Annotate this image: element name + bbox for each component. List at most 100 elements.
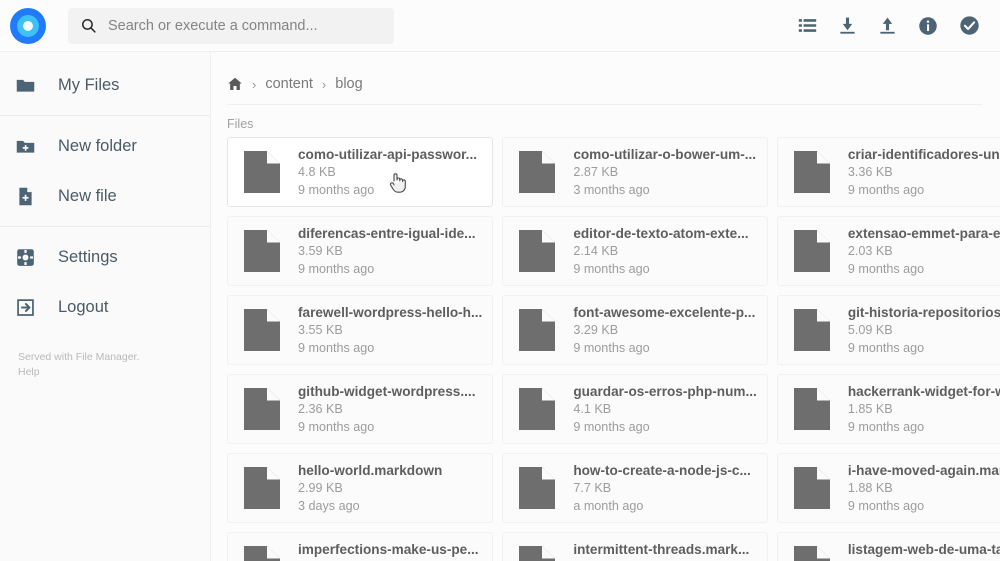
list-view-icon[interactable] <box>798 16 817 35</box>
files-section-label: Files <box>227 117 254 131</box>
file-icon <box>242 308 282 352</box>
sidebar-item-logout[interactable]: Logout <box>0 282 210 332</box>
file-card[interactable]: editor-de-texto-atom-exte... 2.14 KB 9 mon… <box>502 216 768 286</box>
file-card[interactable]: listagem-web-de-uma-tab...10.06 KB9 mont… <box>776 532 1000 561</box>
info-icon[interactable] <box>918 16 938 36</box>
file-meta: hello-world.markdown 2.99 KB 3 days ago <box>298 461 442 515</box>
sidebar-divider <box>0 226 210 227</box>
sidebar-item-label: Settings <box>58 247 118 266</box>
breadcrumb-divider <box>227 104 982 105</box>
file-name: criar-identificadores-unico... <box>847 146 1000 162</box>
file-card[interactable]: i-have-moved-again.markd... 1.88 KB 9 mont… <box>776 453 1000 523</box>
file-icon <box>792 466 832 510</box>
file-size: 1.85 KB <box>847 402 893 417</box>
sidebar-item-settings[interactable]: Settings <box>0 232 210 282</box>
file-meta: font-awesome-excelente-p... 3.29 KB 9 mont… <box>573 303 755 357</box>
upload-icon[interactable] <box>878 16 897 35</box>
select-check-icon[interactable] <box>959 15 980 36</box>
folder-plus-icon <box>15 136 41 157</box>
breadcrumb-item-content[interactable]: content <box>265 76 313 92</box>
file-modified: 9 months ago <box>573 340 650 355</box>
file-icon <box>242 229 282 273</box>
file-modified: 9 months ago <box>298 340 375 355</box>
search-bar[interactable] <box>68 7 394 44</box>
file-name: extensao-emmet-para-edit... <box>847 225 1000 241</box>
file-card[interactable]: extensao-emmet-para-edit... 2.03 KB 9 mont… <box>776 216 1000 286</box>
file-card[interactable]: hello-world.markdown 2.99 KB 3 days ago <box>227 453 494 523</box>
help-link[interactable]: Help <box>18 365 210 380</box>
file-name: i-have-moved-again.markd... <box>847 462 1000 478</box>
file-icon <box>242 150 282 194</box>
file-modified: 9 months ago <box>847 182 925 197</box>
sidebar-item-my-files[interactable]: My Files <box>0 60 210 110</box>
file-name: hello-world.markdown <box>298 462 443 478</box>
file-icon <box>792 545 832 561</box>
circle-logo-icon[interactable] <box>10 7 46 44</box>
file-modified: 9 months ago <box>298 261 375 276</box>
file-icon <box>792 150 832 194</box>
sidebar-item-label: My Files <box>58 75 120 94</box>
file-name: github-widget-wordpress.... <box>298 383 476 399</box>
sidebar-item-new-folder[interactable]: New folder <box>0 121 210 171</box>
logo-core <box>23 20 33 31</box>
file-name: guardar-os-erros-php-num... <box>573 383 757 399</box>
file-size: 7.7 KB <box>573 481 612 496</box>
file-card[interactable]: imperfections-make-us-pe...1.84 KB9 mont… <box>227 532 494 561</box>
file-card[interactable]: git-historia-repositorios-gi... 5.09 KB 9 … <box>776 295 1000 365</box>
file-meta: hackerrank-widget-for-wor... 1.85 KB 9 mon… <box>848 382 1000 436</box>
file-name: editor-de-texto-atom-exte... <box>573 225 749 241</box>
header-actions <box>798 15 986 36</box>
file-card[interactable]: farewell-wordpress-hello-h... 3.55 KB 9 mo… <box>227 295 494 365</box>
sidebar-item-new-file[interactable]: New file <box>0 171 210 221</box>
file-name: hackerrank-widget-for-wor... <box>847 383 1000 399</box>
app-body: My Files New folder New file Settings Lo… <box>0 52 1000 561</box>
breadcrumb-item-blog[interactable]: blog <box>335 76 362 92</box>
file-modified: 9 months ago <box>847 498 925 513</box>
file-meta: diferencas-entre-igual-ide... 3.59 KB 9 mo… <box>298 224 476 278</box>
file-name: intermittent-threads.mark... <box>573 541 750 557</box>
file-icon <box>517 150 557 194</box>
file-size: 4.8 KB <box>298 165 336 180</box>
search-input[interactable] <box>108 17 382 34</box>
file-size: 4.1 KB <box>573 402 612 417</box>
file-plus-icon <box>15 186 41 207</box>
file-card[interactable]: intermittent-threads.mark...1.01 KB9 mon… <box>502 532 768 561</box>
file-icon <box>517 308 557 352</box>
file-icon <box>517 545 557 561</box>
file-size: 2.14 KB <box>573 244 619 259</box>
file-modified: 9 months ago <box>573 261 650 276</box>
file-manager-app: My Files New folder <box>0 0 1000 561</box>
download-icon[interactable] <box>838 16 857 35</box>
file-card[interactable]: como-utilizar-o-bower-um-... 2.87 KB 3 mon… <box>502 137 768 207</box>
file-size: 2.87 KB <box>573 165 619 180</box>
file-name: como-utilizar-api-passwor... <box>298 146 478 162</box>
sidebar-item-label: New file <box>58 186 117 205</box>
file-meta: como-utilizar-o-bower-um-... 2.87 KB 3 mon… <box>573 145 756 199</box>
file-meta: criar-identificadores-unico... 3.36 KB 9 m… <box>848 145 1000 199</box>
file-size: 1.88 KB <box>847 481 893 496</box>
sidebar-divider <box>0 115 210 116</box>
file-modified: 3 days ago <box>298 498 360 513</box>
file-modified: 9 months ago <box>847 261 925 276</box>
file-card[interactable]: diferencas-entre-igual-ide... 3.59 KB 9 mo… <box>227 216 494 286</box>
file-card[interactable]: criar-identificadores-unico... 3.36 KB 9 m… <box>776 137 1000 207</box>
file-card[interactable]: how-to-create-a-node-js-c... 7.7 KB a mont… <box>502 453 768 523</box>
file-name: como-utilizar-o-bower-um-... <box>573 146 757 162</box>
gear-icon <box>15 247 41 268</box>
file-modified: 9 months ago <box>298 419 375 434</box>
file-size: 2.03 KB <box>847 244 893 259</box>
file-card[interactable]: hackerrank-widget-for-wor... 1.85 KB 9 mon… <box>776 374 1000 444</box>
home-icon[interactable] <box>227 76 243 92</box>
file-card[interactable]: github-widget-wordpress.... 2.36 KB 9 mont… <box>227 374 494 444</box>
file-size: 2.36 KB <box>298 402 343 417</box>
file-card[interactable]: font-awesome-excelente-p... 3.29 KB 9 mont… <box>502 295 768 365</box>
file-icon <box>517 387 557 431</box>
file-card[interactable]: como-utilizar-api-passwor... 4.8 KB 9 mont… <box>227 137 494 207</box>
file-meta: git-historia-repositorios-gi... 5.09 KB 9 … <box>848 303 1000 357</box>
sidebar-item-label: Logout <box>58 297 109 316</box>
file-meta: guardar-os-erros-php-num... 4.1 KB 9 month… <box>573 382 757 436</box>
file-grid: como-utilizar-api-passwor... 4.8 KB 9 mont… <box>211 137 1000 561</box>
breadcrumb-separator: › <box>252 76 257 92</box>
file-card[interactable]: guardar-os-erros-php-num... 4.1 KB 9 month… <box>502 374 768 444</box>
file-icon <box>792 229 832 273</box>
